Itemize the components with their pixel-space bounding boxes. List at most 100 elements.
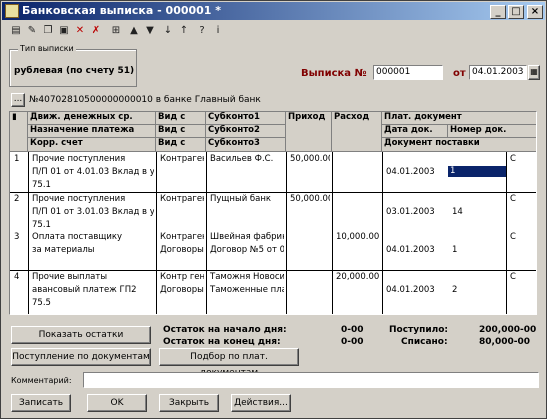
row-doc-number-selected[interactable]: 1 bbox=[448, 166, 506, 177]
col-kind1-header[interactable]: Вид с bbox=[156, 112, 206, 125]
grid-line bbox=[382, 152, 383, 314]
col-corr-account-header[interactable]: Корр. счет bbox=[28, 138, 156, 152]
col-purpose-header[interactable]: Назначение платежа bbox=[28, 125, 156, 138]
show-balance-button[interactable]: Показать остатки bbox=[11, 326, 151, 344]
grid-line bbox=[206, 152, 207, 314]
balance-start-label: Остаток на начало дня: bbox=[163, 325, 287, 335]
col-payment-doc-header[interactable]: Плат. документ bbox=[382, 112, 536, 125]
help-icon[interactable]: ? bbox=[195, 24, 209, 38]
mark-delete-icon[interactable]: ✗ bbox=[89, 24, 103, 38]
row-movement[interactable]: Прочие поступления bbox=[30, 154, 154, 165]
row-kind[interactable]: Контраген bbox=[158, 232, 204, 243]
actions-button[interactable]: Действия... bbox=[231, 394, 291, 412]
row-kind[interactable]: Контр ген bbox=[158, 272, 204, 283]
row-corr-account[interactable]: 75.1 bbox=[30, 180, 154, 191]
move-down-icon[interactable]: ▼ bbox=[143, 24, 157, 38]
row-subconto1[interactable]: Таможня Новоси bbox=[208, 272, 284, 283]
sort-asc-icon[interactable]: ↓ bbox=[161, 24, 175, 38]
minimize-button[interactable]: _ bbox=[490, 5, 506, 19]
close-window-button[interactable]: Закрыть bbox=[159, 394, 219, 412]
row-doc-number[interactable]: 14 bbox=[450, 207, 506, 218]
balance-start-value: 0-00 bbox=[341, 325, 364, 335]
bank-statement-window: Банковская выписка - 000001 * _ □ × ▤ ✎ … bbox=[0, 0, 547, 419]
row-movement[interactable]: Прочие поступления bbox=[30, 194, 154, 205]
row-subconto1[interactable]: Швейная фабрик bbox=[208, 232, 284, 243]
tree-icon[interactable]: ⊞ bbox=[109, 24, 123, 38]
row-kind[interactable]: Контраген bbox=[158, 154, 204, 165]
ok-button[interactable]: OK bbox=[87, 394, 147, 412]
row-doc-number[interactable]: 1 bbox=[450, 245, 506, 256]
maximize-button[interactable]: □ bbox=[508, 5, 524, 19]
statement-number-field[interactable]: 000001 bbox=[373, 65, 443, 80]
title-bar: Банковская выписка - 000001 * _ □ × bbox=[2, 2, 545, 20]
save-icon[interactable]: ▤ bbox=[9, 24, 23, 38]
write-button[interactable]: Записать bbox=[11, 394, 71, 412]
row-doc-date[interactable]: 04.01.2003 bbox=[384, 285, 444, 296]
row-doc-date[interactable]: 04.01.2003 bbox=[384, 245, 444, 256]
row-purpose[interactable]: авансовый платеж ГП2 bbox=[30, 285, 154, 296]
row-kind[interactable]: Контрагент bbox=[158, 194, 204, 205]
spent-label: Списано: bbox=[401, 337, 448, 347]
row-purpose[interactable]: П/П 01 от 4.01.03 Вклад в уст bbox=[30, 167, 154, 178]
comment-label: Комментарий: bbox=[11, 376, 72, 385]
date-field[interactable]: 04.01.2003 bbox=[469, 65, 527, 80]
balance-end-value: 0-00 bbox=[341, 337, 364, 347]
comment-field[interactable] bbox=[83, 372, 539, 388]
col-doc-date-header[interactable]: Дата док. bbox=[382, 125, 448, 138]
grid-line bbox=[156, 152, 157, 314]
receipts-by-docs-button[interactable]: Поступление по документам bbox=[11, 348, 151, 366]
row-kind2[interactable]: Договоры bbox=[158, 285, 204, 296]
row-status: С bbox=[510, 272, 516, 282]
sort-desc-icon[interactable]: ↑ bbox=[177, 24, 191, 38]
col-doc-number-header[interactable]: Номер док. bbox=[448, 125, 536, 138]
move-up-icon[interactable]: ▲ bbox=[127, 24, 141, 38]
row-doc-date[interactable]: 03.01.2003 bbox=[384, 207, 444, 218]
row-expense[interactable]: 20,000.00 bbox=[334, 272, 380, 283]
statement-number-label: Выписка № bbox=[301, 68, 367, 79]
col-expense-header[interactable]: Расход bbox=[332, 112, 382, 152]
row-doc-date[interactable]: 04.01.2003 bbox=[384, 167, 444, 178]
col-subconto3-header[interactable]: Субконто3 bbox=[206, 138, 286, 152]
window-title: Банковская выписка - 000001 * bbox=[22, 4, 222, 17]
col-movement-header[interactable]: Движ. денежных ср. bbox=[28, 112, 156, 125]
account-select-button[interactable]: ... bbox=[11, 93, 25, 107]
info-icon[interactable]: i bbox=[211, 24, 225, 38]
row-number: 2 bbox=[14, 194, 20, 204]
row-movement[interactable]: Прочие выплаты bbox=[30, 272, 154, 283]
row-number: 1 bbox=[14, 154, 20, 164]
row-expense[interactable]: 10,000.00 bbox=[334, 232, 380, 243]
payments-table[interactable]: ▮ Движ. денежных ср. Назначение платежа … bbox=[9, 111, 537, 315]
row-movement[interactable]: Оплата поставщику bbox=[30, 232, 154, 243]
col-income-header[interactable]: Приход bbox=[286, 112, 332, 152]
delete-row-icon[interactable]: ✕ bbox=[73, 24, 87, 38]
close-button[interactable]: × bbox=[527, 5, 543, 19]
row-kind2[interactable]: Договоры bbox=[158, 245, 204, 256]
paste-icon[interactable]: ▣ bbox=[57, 24, 71, 38]
row-subconto2[interactable]: Таможенные пла bbox=[208, 285, 284, 296]
col-kind2-header[interactable]: Вид с bbox=[156, 125, 206, 138]
col-supply-doc-header[interactable]: Документ поставки bbox=[382, 138, 536, 152]
select-by-payment-docs-button[interactable]: Подбор по плат. документам bbox=[159, 348, 299, 378]
grid-line bbox=[286, 152, 287, 314]
col-kind3-header[interactable]: Вид с bbox=[156, 138, 206, 152]
statement-type-group: Тип выписки рублевая (по счету 51) bbox=[9, 44, 137, 87]
row-corr-account[interactable]: 75.5 bbox=[30, 298, 154, 309]
row-corr-account[interactable]: 75.1 bbox=[30, 220, 154, 231]
date-label: от bbox=[453, 68, 466, 79]
row-purpose[interactable]: П/П 01 от 3.01.03 Вклад в ус bbox=[30, 207, 154, 218]
col-subconto2-header[interactable]: Субконто2 bbox=[206, 125, 286, 138]
calendar-button[interactable]: ▦ bbox=[528, 65, 540, 80]
copy-icon[interactable]: ❐ bbox=[41, 24, 55, 38]
row-income[interactable]: 50,000.00 bbox=[288, 154, 330, 165]
col-subconto1-header[interactable]: Субконто1 bbox=[206, 112, 286, 125]
row-subconto1[interactable]: Васильев Ф.С. bbox=[208, 154, 284, 165]
edit-icon[interactable]: ✎ bbox=[25, 24, 39, 38]
row-separator bbox=[10, 270, 536, 271]
row-purpose[interactable]: за материалы bbox=[30, 245, 154, 256]
row-income[interactable]: 50,000.00 bbox=[288, 194, 330, 205]
row-subconto1[interactable]: Пущный банк bbox=[208, 194, 284, 205]
grid-line bbox=[506, 152, 507, 314]
spent-value: 80,000-00 bbox=[479, 337, 530, 347]
row-doc-number[interactable]: 2 bbox=[450, 285, 506, 296]
row-subconto2[interactable]: Договор №5 от 0 bbox=[208, 245, 284, 256]
